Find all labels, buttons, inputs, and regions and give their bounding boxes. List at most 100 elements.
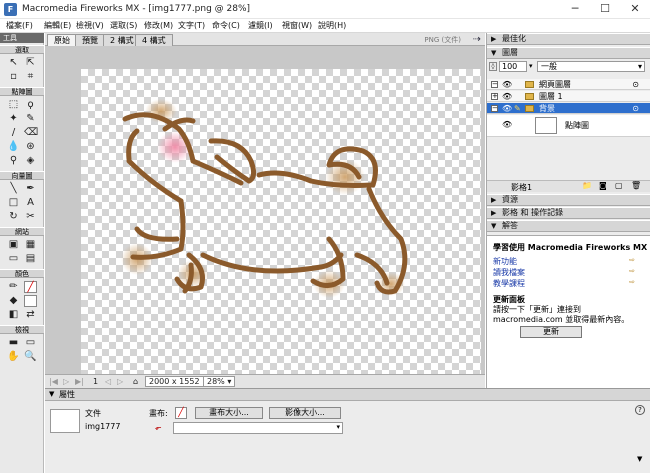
expand-toggle-icon[interactable]: − <box>491 105 498 112</box>
opacity-dropdown-icon[interactable]: ▾ <box>529 62 533 70</box>
image-canvas[interactable] <box>81 69 481 377</box>
freeform-tool-icon[interactable]: ↻ <box>7 211 20 223</box>
tab-4-up[interactable]: 4 構式 <box>135 34 173 46</box>
subselect-tool-icon[interactable]: ⇱ <box>24 57 37 69</box>
canvas-option-select[interactable]: ▾ <box>173 422 343 434</box>
trash-icon[interactable]: 🗑 <box>631 181 641 190</box>
rectangle-tool-icon[interactable]: □ <box>7 197 20 209</box>
minimize-button[interactable]: ─ <box>560 0 590 19</box>
menu-commands[interactable]: 命令(C) <box>212 20 240 31</box>
show-slices-icon[interactable]: ▤ <box>24 253 37 265</box>
assets-panel-header[interactable]: ▶ 資源 <box>487 194 650 206</box>
add-mask-icon[interactable]: ◙ <box>599 181 607 190</box>
menu-view[interactable]: 檢視(V) <box>76 20 104 31</box>
hotspot-tool-icon[interactable]: ▣ <box>7 239 20 251</box>
canvas-color-swatch[interactable]: ╱ <box>175 407 187 419</box>
pencil-tool-icon[interactable]: / <box>7 127 20 139</box>
layer-lock-icon[interactable]: ◊ <box>489 62 497 71</box>
menu-text[interactable]: 文字(T) <box>178 20 205 31</box>
expand-toggle-icon[interactable]: + <box>491 93 498 100</box>
paint-bucket-tool-icon[interactable]: ◈ <box>24 155 37 167</box>
blur-tool-icon[interactable]: 💧 <box>7 141 20 153</box>
brush-tool-icon[interactable]: ✎ <box>24 113 37 125</box>
tab-original[interactable]: 原始 <box>47 34 77 46</box>
eye-icon[interactable]: 👁 <box>502 119 512 130</box>
close-button[interactable]: ✕ <box>620 0 650 19</box>
expand-toggle-icon[interactable]: − <box>491 81 498 88</box>
answers-panel-header[interactable]: ▼ 解答 <box>487 220 650 232</box>
share-layer-icon[interactable]: ⊙ <box>632 103 639 114</box>
optimize-panel-header[interactable]: ▶ 最佳化 <box>487 33 650 45</box>
zoom-select[interactable]: 28% ▾ <box>203 376 235 387</box>
crop-tool-icon[interactable]: ⌗ <box>24 71 37 83</box>
eyedropper-tool-icon[interactable]: ⚲ <box>7 155 20 167</box>
menu-help[interactable]: 說明(H) <box>318 20 346 31</box>
whats-new-link[interactable]: 新功能 <box>493 256 517 267</box>
quick-export-icon[interactable]: ⇢ <box>473 34 481 45</box>
menu-select[interactable]: 選取(S) <box>110 20 137 31</box>
fill-swatch-icon[interactable] <box>24 295 37 307</box>
stroke-swatch-icon[interactable]: ╱ <box>24 281 37 293</box>
standard-mode-icon[interactable]: ▬ <box>7 337 20 349</box>
collapse-arrow-icon: ▶ <box>491 209 497 217</box>
eye-icon[interactable]: 👁 <box>502 79 512 90</box>
tools-section-web: 網站 <box>0 227 44 236</box>
menu-window[interactable]: 視窗(W) <box>282 20 312 31</box>
canvas-size-button[interactable]: 畫布大小... <box>195 407 263 419</box>
layers-panel-header[interactable]: ▼ 圖層 <box>487 47 650 59</box>
new-layer-icon[interactable]: ▢ <box>615 181 623 190</box>
readme-link[interactable]: 讀我檔案 <box>493 267 525 278</box>
marquee-tool-icon[interactable]: ⬚ <box>7 99 20 111</box>
properties-header[interactable]: ▼ 屬性 <box>45 389 650 401</box>
trim-canvas-icon[interactable]: ⬐ <box>155 423 162 432</box>
next-frame-2-icon[interactable]: ▷ <box>117 377 123 386</box>
rubber-stamp-tool-icon[interactable]: ⊛ <box>24 141 37 153</box>
canvas-label: 畫布: <box>149 409 168 418</box>
layer-row-web[interactable]: − 👁 網頁圖層 ⊙ <box>487 79 650 90</box>
swap-colors-icon[interactable]: ⇄ <box>24 309 37 321</box>
menu-file[interactable]: 檔案(F) <box>6 20 33 31</box>
next-frame-icon[interactable]: ▶| <box>75 377 84 386</box>
first-frame-icon[interactable]: |◀ <box>49 377 58 386</box>
expand-properties-icon[interactable]: ▼ <box>637 455 642 463</box>
share-layer-icon[interactable]: ⊙ <box>632 79 639 90</box>
line-tool-icon[interactable]: ╲ <box>7 183 20 195</box>
menu-filters[interactable]: 濾鏡(I) <box>248 20 273 31</box>
update-button[interactable]: 更新 <box>520 326 582 338</box>
knife-tool-icon[interactable]: ✂ <box>24 211 37 223</box>
eye-icon[interactable]: 👁 <box>502 91 512 102</box>
tab-preview[interactable]: 預覽 <box>75 34 105 46</box>
play-icon[interactable]: ▷ <box>63 377 69 386</box>
pointer-tool-icon[interactable]: ↖ <box>7 57 20 69</box>
maximize-button[interactable]: ☐ <box>590 0 620 19</box>
tutorials-link[interactable]: 教學課程 <box>493 278 525 289</box>
lasso-tool-icon[interactable]: ϙ <box>24 99 37 111</box>
layer-row-layer1[interactable]: + 👁 圖層 1 <box>487 91 650 102</box>
blend-mode-select[interactable]: 一般 ▾ <box>537 61 645 72</box>
layer-row-background[interactable]: − 👁 ✎ 背景 ⊙ <box>487 103 650 114</box>
stroke-color-icon[interactable]: ✏ <box>7 281 20 293</box>
menu-edit[interactable]: 編輯(E) <box>44 20 71 31</box>
eraser-tool-icon[interactable]: ⌫ <box>24 127 38 139</box>
image-size-button[interactable]: 影像大小... <box>269 407 341 419</box>
text-tool-icon[interactable]: A <box>24 197 37 209</box>
help-icon[interactable]: ? <box>635 405 645 415</box>
scale-tool-icon[interactable]: ▫ <box>7 71 20 83</box>
zoom-tool-icon[interactable]: 🔍 <box>24 351 37 363</box>
prev-frame-icon[interactable]: ◁ <box>105 377 111 386</box>
eye-icon[interactable]: 👁 <box>502 103 512 114</box>
fullscreen-mode-icon[interactable]: ▭ <box>24 337 37 349</box>
pen-tool-icon[interactable]: ✒ <box>24 183 37 195</box>
opacity-field[interactable]: 100 <box>499 61 527 72</box>
hide-slices-icon[interactable]: ▭ <box>7 253 20 265</box>
menu-modify[interactable]: 修改(M) <box>144 20 173 31</box>
fill-color-icon[interactable]: ◆ <box>7 295 20 307</box>
collapse-arrow-icon: ▶ <box>491 196 497 204</box>
slice-tool-icon[interactable]: ▦ <box>24 239 37 251</box>
default-colors-icon[interactable]: ◧ <box>7 309 20 321</box>
magic-wand-tool-icon[interactable]: ✦ <box>7 113 20 125</box>
layer-row-bitmap[interactable]: 👁 點陣圖 <box>487 115 650 137</box>
new-folder-icon[interactable]: 📁 <box>582 181 592 190</box>
frames-history-panel-header[interactable]: ▶ 影格 和 操作記錄 <box>487 207 650 219</box>
hand-tool-icon[interactable]: ✋ <box>7 351 20 363</box>
